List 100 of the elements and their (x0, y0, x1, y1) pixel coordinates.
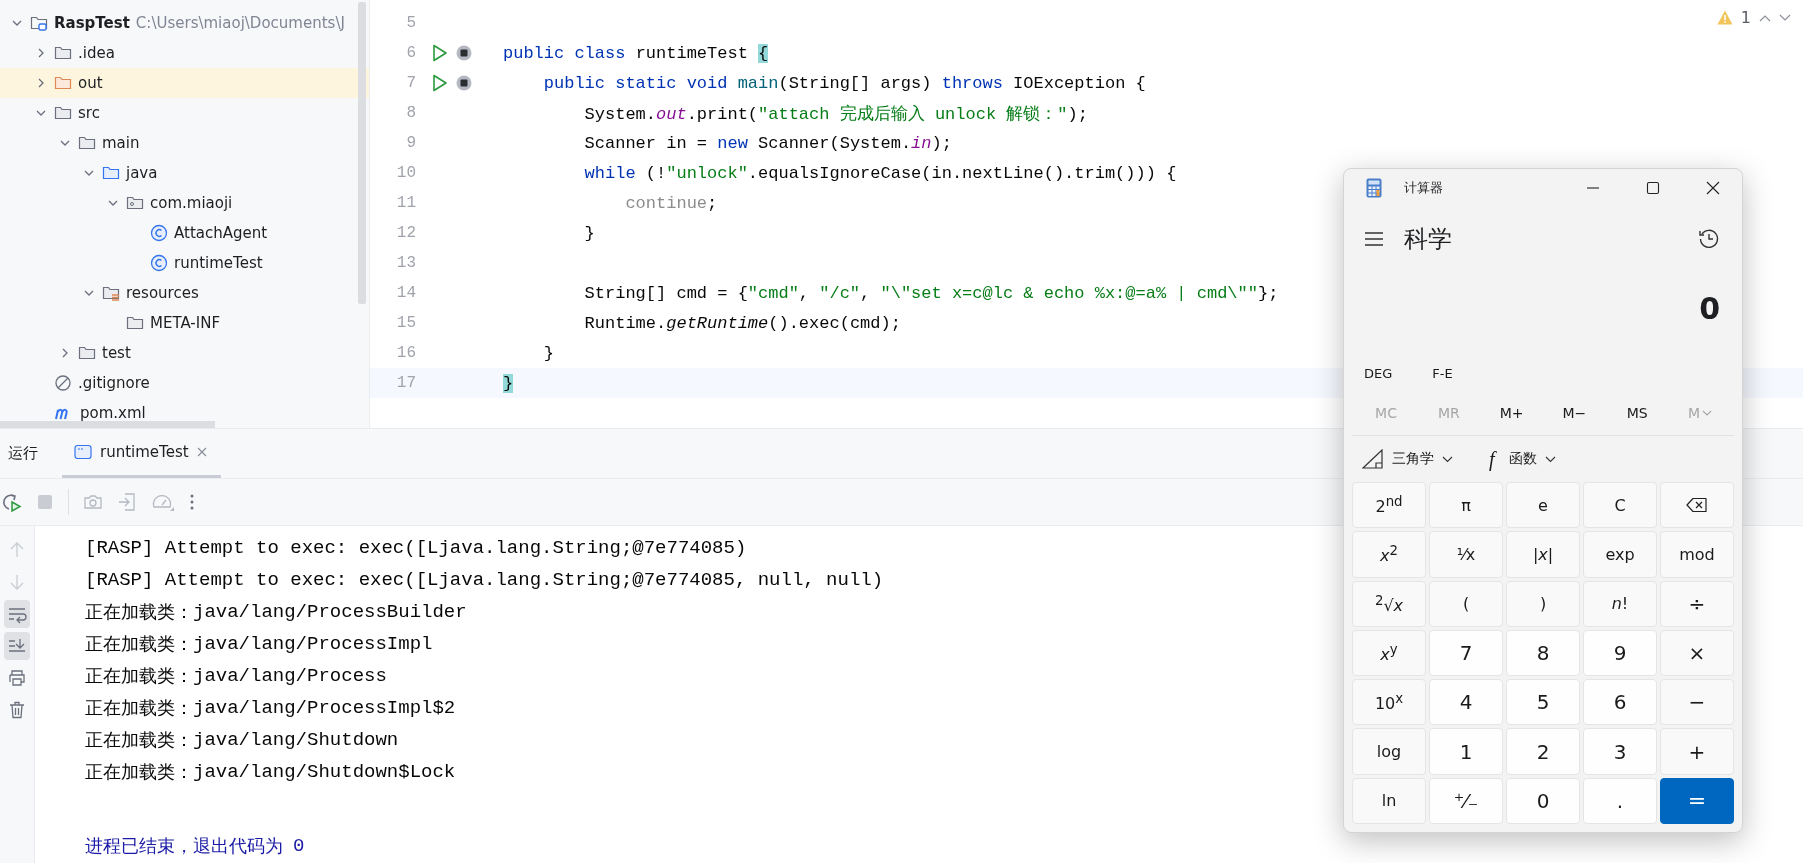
calculator-key[interactable]: 5 (1506, 679, 1580, 726)
ignore-file-icon (54, 374, 72, 392)
calculator-key[interactable]: x$^{y}$ (1352, 629, 1426, 677)
console-line: 正在加载类：java/lang/Shutdown (85, 728, 399, 753)
calculator-key[interactable]: . (1583, 777, 1657, 824)
calculator-key[interactable]: $^{2}$√x (1352, 580, 1426, 627)
package-folder-icon (126, 194, 144, 212)
calculator-key[interactable]: log (1352, 728, 1426, 775)
tree-item[interactable]: .gitignore (78, 374, 150, 392)
scrollbar[interactable] (0, 421, 215, 428)
calculator-key[interactable]: exp (1583, 531, 1657, 578)
maximize-icon[interactable] (1646, 181, 1660, 195)
chevron-up-icon[interactable] (1759, 13, 1771, 22)
code-line: continue; (624, 193, 718, 213)
calculator-key[interactable]: + (1660, 728, 1734, 775)
folder-icon (102, 164, 120, 182)
code-line: Runtime.getRuntime().exec(cmd); (583, 313, 901, 333)
calculator-key[interactable]: 1 (1429, 728, 1503, 775)
calculator-key[interactable]: ln (1352, 777, 1426, 824)
console-line: 正在加载类：java/lang/ProcessImpl (85, 632, 433, 657)
tree-item[interactable]: com.miaoji (150, 194, 233, 212)
history-icon[interactable] (1698, 228, 1720, 250)
tree-item[interactable]: runtimeTest (174, 254, 263, 272)
tree-item[interactable]: pom.xml (80, 404, 146, 422)
calculator-key[interactable]: × (1660, 629, 1734, 677)
menu-icon[interactable] (1364, 231, 1384, 247)
folder-icon (78, 134, 96, 152)
calculator-key[interactable]: ( (1429, 580, 1503, 627)
calculator-key[interactable]: 7 (1429, 629, 1503, 677)
code-line: Scanner in = new Scanner(System.in); (583, 133, 952, 153)
memory-button[interactable]: M+ (1483, 401, 1540, 425)
panel-title: 运行 (8, 444, 38, 463)
line-number: 15 (395, 314, 416, 332)
tree-item[interactable]: src (78, 104, 100, 122)
calculator-key[interactable]: 2$^{nd}$ (1352, 482, 1426, 529)
tree-item[interactable]: main (102, 134, 140, 152)
calculator-key[interactable]: mod (1660, 531, 1734, 578)
tree-item[interactable]: java (126, 164, 158, 182)
console-icon (74, 444, 92, 460)
tree-item[interactable]: RaspTest (54, 14, 130, 32)
notation-button[interactable]: F-E (1422, 361, 1463, 385)
console-line: 进程已结束，退出代码为 0 (85, 834, 305, 859)
calculator-key[interactable]: 4 (1429, 679, 1503, 726)
window-title: 计算器 (1404, 179, 1443, 197)
console-line: [RASP] Attempt to exec: exec([Ljava.lang.String;@7e774085, null, null) (85, 568, 884, 593)
calculator-key[interactable]: ⅟x (1429, 531, 1503, 578)
run-icon[interactable] (432, 74, 448, 92)
code-line: } (542, 343, 554, 363)
calculator-key[interactable]: − (1660, 679, 1734, 726)
calculator-key[interactable]: n! (1583, 580, 1657, 627)
line-number: 8 (405, 104, 416, 122)
scroll-to-end-icon[interactable] (4, 632, 30, 660)
calculator-key[interactable]: = (1660, 777, 1734, 824)
calculator-key[interactable]: 2 (1506, 728, 1580, 775)
resources-folder-icon (102, 284, 120, 302)
calculator-key[interactable]: ⁺⁄₋ (1429, 777, 1503, 824)
calculator-key[interactable]: 6 (1583, 679, 1657, 726)
stop-badge-icon[interactable] (456, 45, 472, 61)
memory-button[interactable]: MS (1609, 401, 1666, 425)
class-icon (150, 254, 168, 272)
memory-button[interactable]: M− (1546, 401, 1603, 425)
scrollbar[interactable] (358, 2, 366, 304)
line-number: 6 (405, 44, 416, 62)
tree-item[interactable]: META-INF (150, 314, 221, 332)
tree-item[interactable]: test (102, 344, 131, 362)
calculator-key[interactable]: π (1429, 482, 1503, 529)
stop-badge-icon[interactable] (456, 75, 472, 91)
console-line: 正在加载类：java/lang/ProcessImpl$2 (85, 696, 456, 721)
calculator-key[interactable]: |x| (1506, 531, 1580, 578)
calculator-key[interactable]: 10$^{x}$ (1352, 679, 1426, 726)
calculator-key[interactable]: e (1506, 482, 1580, 529)
class-icon (150, 224, 168, 242)
calculator-display: 0 (1698, 290, 1721, 328)
backspace-button[interactable] (1660, 482, 1734, 529)
tree-item[interactable]: resources (126, 284, 199, 302)
tree-item[interactable]: out (78, 74, 103, 92)
line-number: 17 (395, 374, 416, 392)
calculator-key[interactable]: 3 (1583, 728, 1657, 775)
calculator-key[interactable]: 9 (1583, 629, 1657, 677)
chevron-down-icon[interactable] (1779, 13, 1791, 22)
rerun-icon[interactable] (0, 492, 22, 512)
dropdown-button[interactable]: f 函数 (1479, 443, 1566, 475)
module-folder-icon (30, 14, 48, 32)
calculator-key[interactable]: ) (1506, 580, 1580, 627)
calculator-key[interactable]: 8 (1506, 629, 1580, 677)
angle-unit-button[interactable]: DEG (1354, 361, 1403, 385)
more-icon[interactable] (189, 493, 195, 511)
calculator-key[interactable]: 0 (1506, 777, 1580, 824)
run-icon[interactable] (432, 44, 448, 62)
close-icon[interactable] (1706, 181, 1720, 195)
dropdown-button[interactable]: 三角学 (1352, 445, 1463, 473)
tree-item[interactable]: .idea (78, 44, 115, 62)
warning-count[interactable]: 1 (1740, 8, 1751, 27)
line-number: 11 (395, 194, 416, 212)
mode-title: 科学 (1404, 224, 1452, 255)
soft-wrap-icon[interactable] (4, 600, 30, 628)
calculator-key[interactable]: C (1583, 482, 1657, 529)
calculator-key[interactable]: ÷ (1660, 580, 1734, 627)
tree-item[interactable]: AttachAgent (174, 224, 268, 242)
calculator-key[interactable]: x$^{2}$ (1352, 531, 1426, 578)
